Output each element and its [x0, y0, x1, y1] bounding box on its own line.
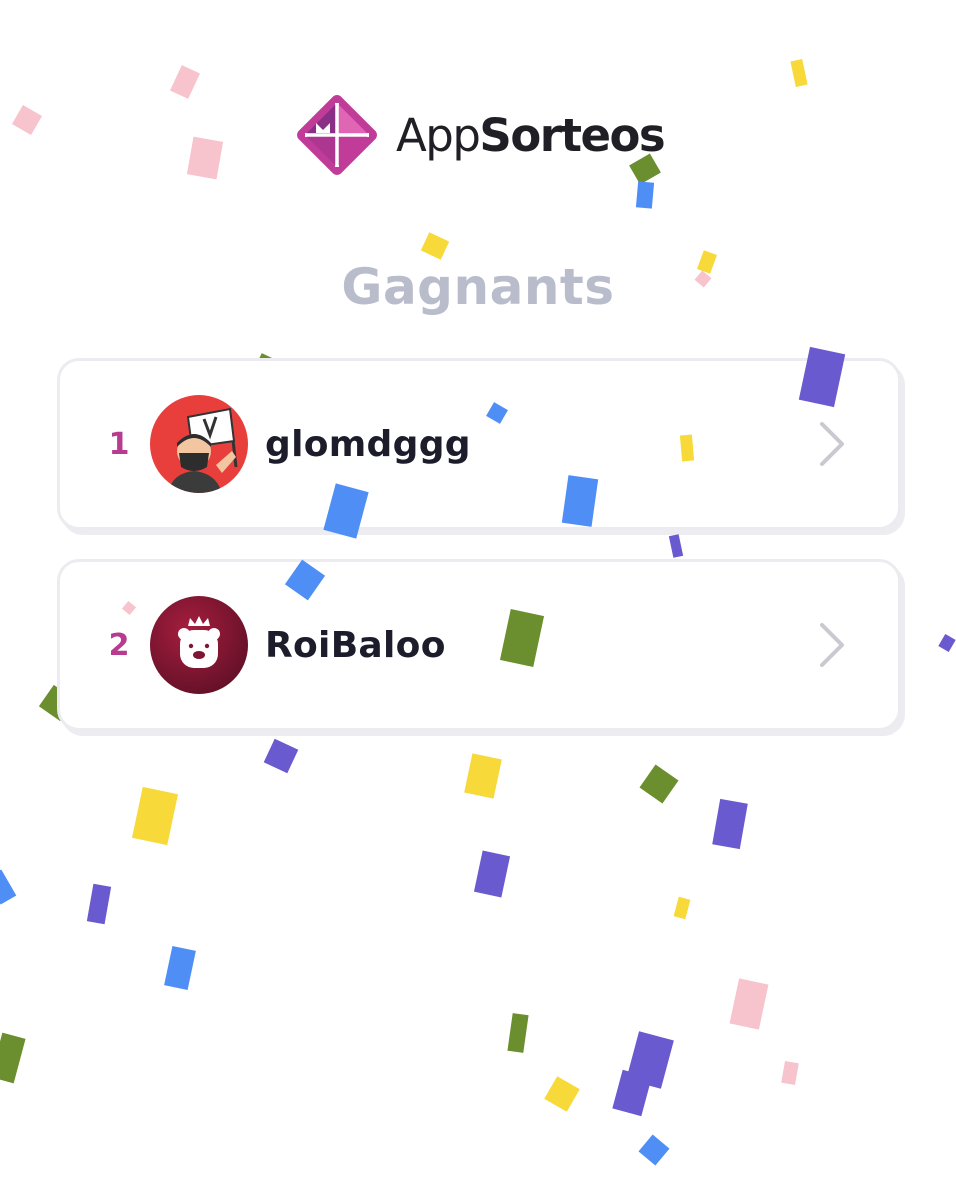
- confetti-piece: [729, 978, 769, 1030]
- winner-rank: 1: [108, 426, 130, 462]
- confetti-piece: [164, 945, 196, 991]
- winner-username: glomdggg: [265, 423, 471, 465]
- confetti-piece: [781, 1060, 799, 1086]
- winner-row[interactable]: 2 RoiBaloo: [57, 559, 901, 731]
- appsorteos-logo-icon: [297, 95, 377, 175]
- chevron-right-icon[interactable]: [816, 621, 848, 669]
- confetti-piece: [544, 1076, 580, 1112]
- confetti-piece: [938, 633, 956, 653]
- chevron-right-icon[interactable]: [816, 420, 848, 468]
- winner-username: RoiBaloo: [265, 624, 446, 666]
- confetti-piece: [712, 798, 748, 850]
- confetti-piece: [11, 104, 43, 136]
- confetti-piece: [679, 434, 695, 462]
- confetti-piece: [668, 534, 684, 558]
- ninja-flag-avatar: [150, 395, 248, 493]
- confetti-piece: [626, 1031, 674, 1089]
- confetti-piece: [186, 136, 224, 180]
- confetti-piece: [473, 850, 511, 898]
- confetti-piece: [170, 65, 200, 99]
- confetti-piece: [0, 1032, 26, 1084]
- confetti-piece: [612, 1069, 652, 1117]
- confetti-piece: [131, 786, 179, 846]
- brand-name: AppSorteos: [396, 113, 666, 158]
- confetti-piece: [507, 1013, 529, 1053]
- confetti-piece: [639, 764, 679, 804]
- page-title: Gagnants: [341, 258, 615, 316]
- confetti-piece: [263, 738, 299, 774]
- confetti-piece: [790, 59, 808, 87]
- confetti-piece: [464, 753, 502, 799]
- crowned-bear-avatar: [150, 596, 248, 694]
- confetti-piece: [673, 896, 691, 920]
- brand-name-bold: Sorteos: [479, 108, 665, 162]
- confetti-piece: [420, 232, 450, 260]
- confetti-piece: [635, 181, 655, 209]
- brand-logo: AppSorteos: [292, 90, 666, 180]
- confetti-piece: [86, 883, 112, 925]
- winner-row[interactable]: 1 glomdggg: [57, 358, 901, 530]
- brand-name-light: App: [396, 108, 481, 162]
- winner-rank: 2: [108, 627, 130, 663]
- confetti-piece: [0, 869, 17, 905]
- confetti-piece: [638, 1134, 670, 1166]
